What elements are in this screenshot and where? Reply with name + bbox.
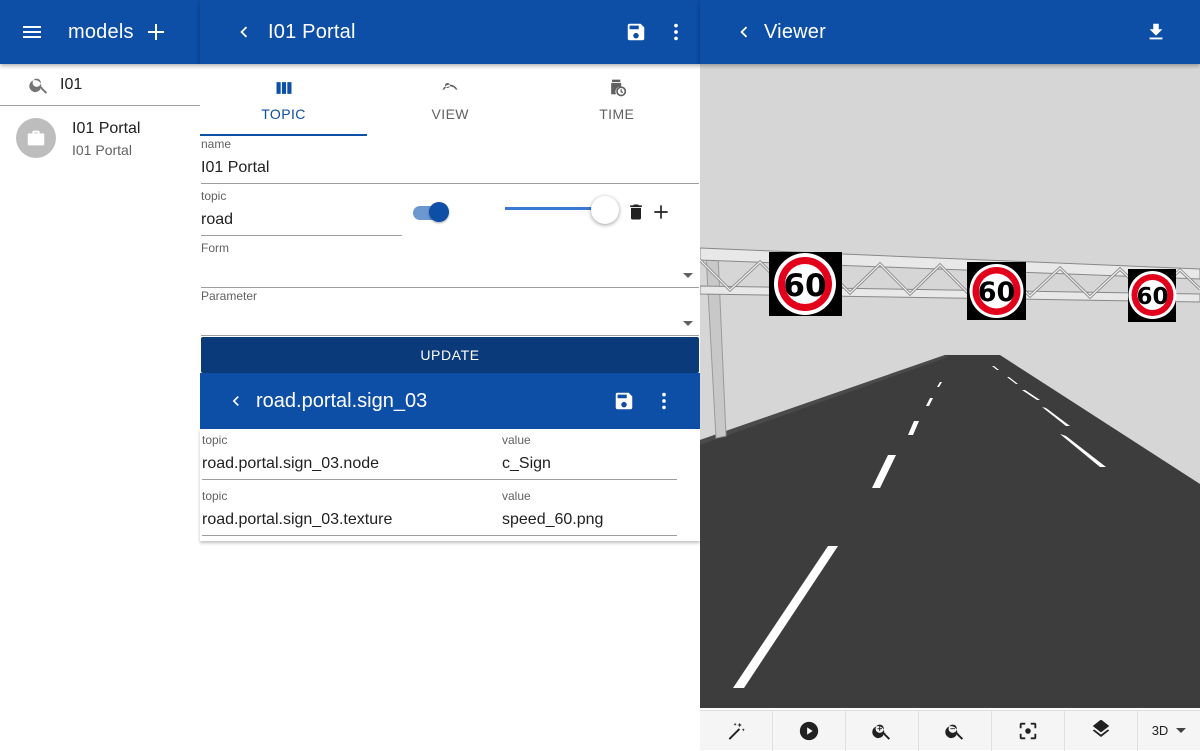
name-field[interactable]: name I01 Portal — [201, 137, 699, 184]
speed-sign-1: 60 — [769, 252, 842, 316]
search-icon — [28, 74, 50, 96]
tab-view-label: VIEW — [431, 106, 469, 122]
layers-icon[interactable] — [1065, 711, 1138, 751]
editor-title: I01 Portal — [268, 20, 356, 43]
view-mode-value: 3D — [1151, 723, 1169, 738]
model-item-subtitle: I01 Portal — [72, 142, 132, 158]
briefcase-icon — [16, 118, 56, 158]
models-pane: models I01 I01 Portal I01 Portal — [0, 0, 200, 750]
sub-topic-bar: road.portal.sign_03 — [200, 373, 700, 429]
add-model-icon[interactable] — [136, 12, 176, 52]
editor-tabs: TOPIC VIEW TIME — [200, 64, 700, 136]
row-topic-input[interactable]: road.portal.sign_03.node — [202, 455, 502, 473]
sign-2-text: 60 — [978, 277, 1016, 308]
visibility-icon — [439, 78, 461, 98]
name-input[interactable]: I01 Portal — [201, 159, 699, 177]
name-label: name — [201, 137, 232, 151]
topic-toggle[interactable] — [413, 202, 451, 222]
row-2-value-field[interactable]: value speed_60.png — [502, 489, 677, 536]
play-icon[interactable] — [773, 711, 846, 751]
model-item-title: I01 Portal — [72, 120, 141, 137]
menu-icon[interactable] — [12, 12, 52, 52]
parameter-label: Parameter — [201, 289, 258, 303]
save-icon[interactable] — [604, 381, 644, 421]
tab-view[interactable]: VIEW — [367, 64, 534, 136]
speed-sign-3: 60 — [1128, 269, 1177, 322]
tab-time[interactable]: TIME — [534, 64, 701, 136]
topic-field[interactable]: topic road — [201, 189, 402, 236]
more-vert-icon[interactable] — [656, 12, 696, 52]
more-vert-icon[interactable] — [644, 381, 684, 421]
sign-1-text: 60 — [783, 268, 826, 304]
topic-input[interactable]: road — [201, 211, 402, 229]
zoom-out-icon[interactable] — [919, 711, 992, 751]
form-label: Form — [201, 241, 229, 255]
history-icon — [606, 78, 628, 98]
row-topic-label: topic — [202, 489, 228, 503]
center-focus-icon[interactable] — [992, 711, 1065, 751]
speed-sign-2: 60 — [967, 262, 1026, 320]
opacity-slider[interactable] — [505, 196, 619, 224]
row-1-topic-field[interactable]: topic road.portal.sign_03.node — [202, 433, 502, 480]
topic-label: topic — [201, 189, 227, 203]
model-list-item[interactable]: I01 Portal I01 Portal — [16, 118, 140, 158]
tab-topic-label: TOPIC — [261, 106, 306, 122]
row-topic-label: topic — [202, 433, 228, 447]
chevron-down-icon — [683, 273, 693, 278]
view-column-icon — [273, 78, 295, 98]
back-icon[interactable] — [724, 12, 764, 52]
viewer-app-bar: Viewer — [700, 0, 1200, 64]
back-icon[interactable] — [224, 12, 264, 52]
parameter-select[interactable]: Parameter — [201, 289, 699, 336]
row-value-label: value — [502, 489, 531, 503]
viewer-title: Viewer — [764, 20, 826, 43]
row-2-topic-field[interactable]: topic road.portal.sign_03.texture — [202, 489, 502, 536]
viewer-pane: Viewer 60 60 60 3D — [700, 0, 1200, 751]
row-topic-input[interactable]: road.portal.sign_03.texture — [202, 511, 502, 529]
back-icon[interactable] — [216, 381, 256, 421]
zoom-in-icon[interactable] — [846, 711, 919, 751]
editor-app-bar: I01 Portal — [200, 0, 700, 64]
tab-time-label: TIME — [599, 106, 635, 122]
row-value-input[interactable]: speed_60.png — [502, 511, 677, 529]
row-1-value-field[interactable]: value c_Sign — [502, 433, 677, 480]
magic-wand-icon[interactable] — [700, 711, 773, 751]
update-button[interactable]: UPDATE — [201, 337, 699, 373]
topic-value-list: topic road.portal.sign_03.node value c_S… — [200, 429, 700, 541]
form-select[interactable]: Form — [201, 241, 699, 288]
chevron-down-icon — [1176, 728, 1187, 733]
topic-editor-pane: I01 Portal TOPIC VIEW TIME name I01 Port… — [200, 0, 700, 750]
sub-topic-title: road.portal.sign_03 — [256, 389, 428, 412]
search-input[interactable]: I01 — [60, 76, 82, 94]
sign-3-text: 60 — [1136, 284, 1168, 310]
chevron-down-icon — [683, 321, 693, 326]
delete-icon[interactable] — [624, 192, 648, 232]
view-mode-select[interactable]: 3D — [1138, 711, 1200, 750]
models-app-bar: models — [0, 0, 200, 64]
tab-topic[interactable]: TOPIC — [200, 64, 367, 136]
row-value-label: value — [502, 433, 531, 447]
search-field[interactable]: I01 — [0, 64, 200, 106]
add-topic-icon[interactable] — [649, 192, 673, 232]
viewer-toolbar: 3D — [700, 710, 1200, 751]
row-value-input[interactable]: c_Sign — [502, 455, 677, 473]
download-icon[interactable] — [1136, 12, 1176, 52]
save-icon[interactable] — [616, 12, 656, 52]
3d-viewport[interactable]: 60 60 60 — [700, 64, 1200, 708]
models-title: models — [68, 20, 134, 43]
